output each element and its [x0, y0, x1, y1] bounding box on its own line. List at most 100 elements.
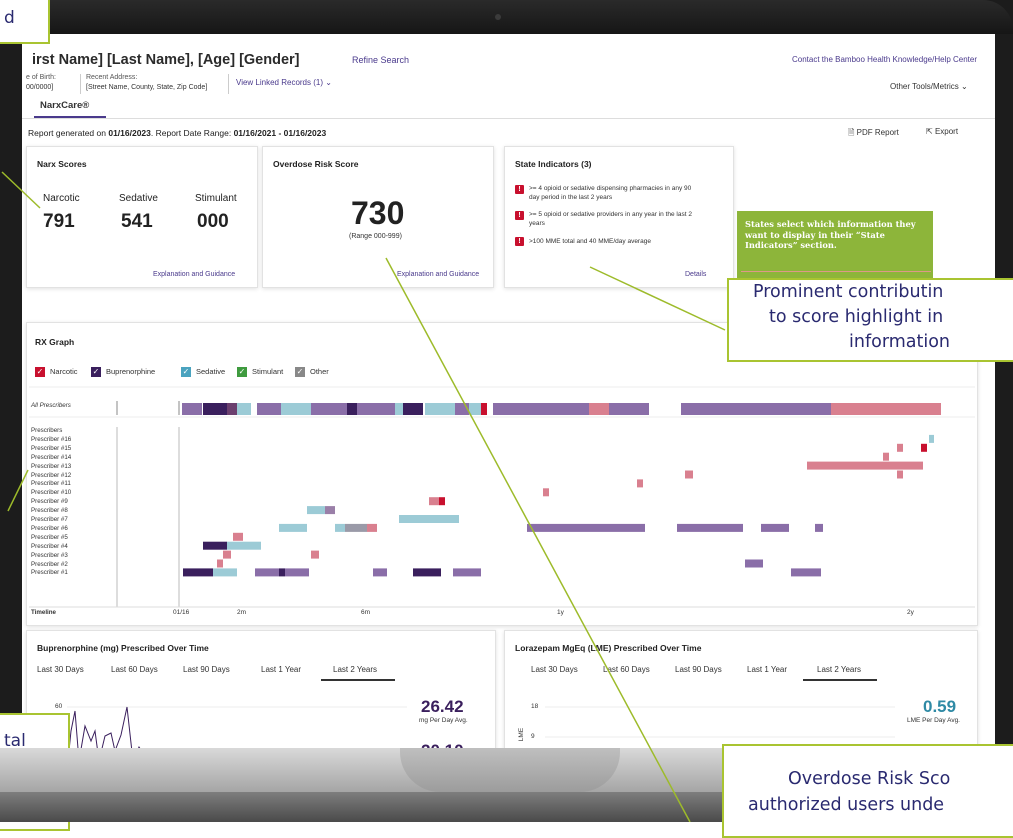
pdf-label: PDF Report — [856, 128, 899, 137]
prescriber-label: Prescriber #2 — [31, 560, 68, 568]
callout-line: to score highlight in — [769, 307, 944, 327]
card-title: State Indicators (3) — [515, 159, 592, 169]
prescriber-bar — [399, 515, 459, 523]
callout-line: information — [849, 332, 951, 352]
prescriber-label: Prescriber #6 — [31, 524, 68, 532]
card-title: Narx Scores — [37, 159, 87, 169]
prescriber-bar — [183, 568, 213, 577]
export-icon: ⇱ — [926, 127, 933, 136]
narcotic-label: Narcotic — [43, 193, 80, 204]
tab-active-indicator — [34, 116, 106, 118]
chevron-down-icon: ⌄ — [961, 82, 968, 91]
legend-label: Other — [310, 367, 329, 376]
prescriber-label: Prescriber #13 — [31, 462, 72, 470]
contact-help-link[interactable]: Contact the Bamboo Health Knowledge/Help… — [792, 55, 977, 64]
prescriber-bar — [453, 568, 481, 577]
all-prescribers-bar — [425, 403, 455, 415]
prescriber-label: Prescriber #5 — [31, 533, 68, 541]
legend-narcotic[interactable]: ✓ Narcotic — [35, 367, 78, 378]
all-prescribers-bar — [681, 403, 771, 415]
checkbox-icon: ✓ — [91, 367, 101, 378]
legend-label: Sedative — [196, 367, 226, 376]
laptop-notch — [400, 748, 620, 792]
prescriber-bar — [791, 568, 821, 577]
all-prescribers-bar — [831, 403, 881, 415]
prescriber-bar — [203, 541, 227, 550]
prescriber-bar — [929, 434, 934, 443]
prescriber-label: Prescriber #15 — [31, 444, 72, 452]
all-prescribers-label: All Prescribers — [31, 402, 71, 409]
checkbox-icon: ✓ — [237, 367, 247, 378]
timeline-tick: 01/16 — [173, 609, 190, 616]
prescriber-bar — [745, 559, 763, 568]
prescriber-bar — [279, 568, 285, 577]
prescriber-label: Prescriber #10 — [31, 489, 72, 497]
view-linked-records-link[interactable]: View Linked Records (1) ⌄ — [236, 78, 332, 87]
legend-stimulant[interactable]: ✓ Stimulant — [237, 367, 283, 378]
timeline-label: Timeline — [31, 609, 56, 616]
prescriber-label: Prescriber #11 — [31, 480, 71, 488]
prescriber-bar — [285, 568, 309, 577]
all-prescribers-bar — [619, 403, 649, 415]
refine-search-link[interactable]: Refine Search — [352, 55, 409, 65]
export-button[interactable]: ⇱ Export — [926, 127, 958, 136]
all-prescribers-bar — [357, 403, 397, 415]
explanation-guidance-link[interactable]: Explanation and Guidance — [397, 271, 479, 278]
state-indicators-card: State Indicators (3) ! >= 4 opioid or se… — [504, 146, 734, 288]
prescriber-bar — [213, 568, 237, 577]
prescriber-bar — [527, 523, 645, 532]
stimulant-score: 000 — [197, 211, 229, 232]
all-prescribers-bar — [237, 403, 251, 415]
prescriber-bar — [543, 488, 549, 497]
legend-other[interactable]: ✓ Other — [295, 367, 329, 378]
all-prescribers-bar — [203, 403, 227, 415]
prescriber-bar — [677, 523, 743, 532]
indicator-item: >= 5 opioid or sedative providers in any… — [529, 211, 692, 227]
legend-label: Narcotic — [50, 367, 78, 376]
buprenorphine-chart-card: Buprenorphine (mg) Prescribed Over Time … — [26, 630, 496, 750]
camera-icon — [495, 14, 501, 20]
timeline-tick: 2m — [237, 609, 247, 616]
details-link[interactable]: Details — [685, 271, 706, 278]
linked-records-label: View Linked Records (1) — [236, 78, 324, 87]
prescriber-bar — [325, 506, 335, 515]
prescriber-label: Prescriber #4 — [31, 542, 68, 550]
prescriber-bar — [217, 559, 223, 568]
tab-narxcare[interactable]: NarxCare® — [40, 100, 89, 111]
report-info: Report generated on 01/16/2023. Report D… — [28, 128, 326, 138]
prescriber-bar — [897, 443, 903, 452]
pdf-report-button[interactable]: 🗎 PDF Report — [848, 127, 899, 141]
card-title: Overdose Risk Score — [273, 159, 359, 169]
prescriber-bar — [815, 523, 823, 532]
all-prescribers-bar — [182, 403, 202, 415]
all-prescribers-bar — [281, 403, 311, 415]
all-prescribers-bar — [469, 403, 481, 415]
address-value: [Street Name, County, State, Zip Code] — [86, 84, 208, 91]
prescriber-label: Prescriber #8 — [31, 507, 68, 515]
pdf-icon: 🗎 — [848, 128, 855, 137]
prescriber-bar — [685, 470, 693, 479]
prescriber-bar — [311, 550, 319, 559]
legend-sedative[interactable]: ✓ Sedative — [181, 367, 226, 378]
note-pointer-line — [741, 271, 931, 272]
lorazepam-chart-card: Lorazepam MgEq (LME) Prescribed Over Tim… — [504, 630, 978, 750]
overdose-range: (Range 000-999) — [349, 233, 402, 240]
timeline-tick: 1y — [557, 609, 564, 616]
prescriber-bar — [345, 523, 367, 532]
screen: irst Name] [Last Name], [Age] [Gender] R… — [22, 34, 995, 750]
lor-gridlines — [545, 706, 895, 738]
all-prescribers-bar — [403, 403, 423, 415]
callout-top-left: d — [0, 0, 50, 44]
prescriber-bar — [279, 523, 307, 532]
checkbox-icon: ✓ — [181, 367, 191, 378]
callout-line: Overdose Risk Sco — [788, 769, 951, 789]
narcotic-score: 791 — [43, 211, 75, 232]
all-prescribers-bar — [481, 403, 487, 415]
other-tools-menu[interactable]: Other Tools/Metrics ⌄ — [890, 82, 968, 91]
prescriber-bar — [807, 461, 923, 470]
legend-buprenorphine[interactable]: ✓ Buprenorphine — [91, 367, 155, 378]
all-prescribers-bar — [589, 403, 609, 415]
explanation-guidance-link[interactable]: Explanation and Guidance — [153, 271, 235, 278]
prescriber-label: Prescriber #3 — [31, 551, 68, 559]
all-prescribers-bar — [311, 403, 347, 415]
